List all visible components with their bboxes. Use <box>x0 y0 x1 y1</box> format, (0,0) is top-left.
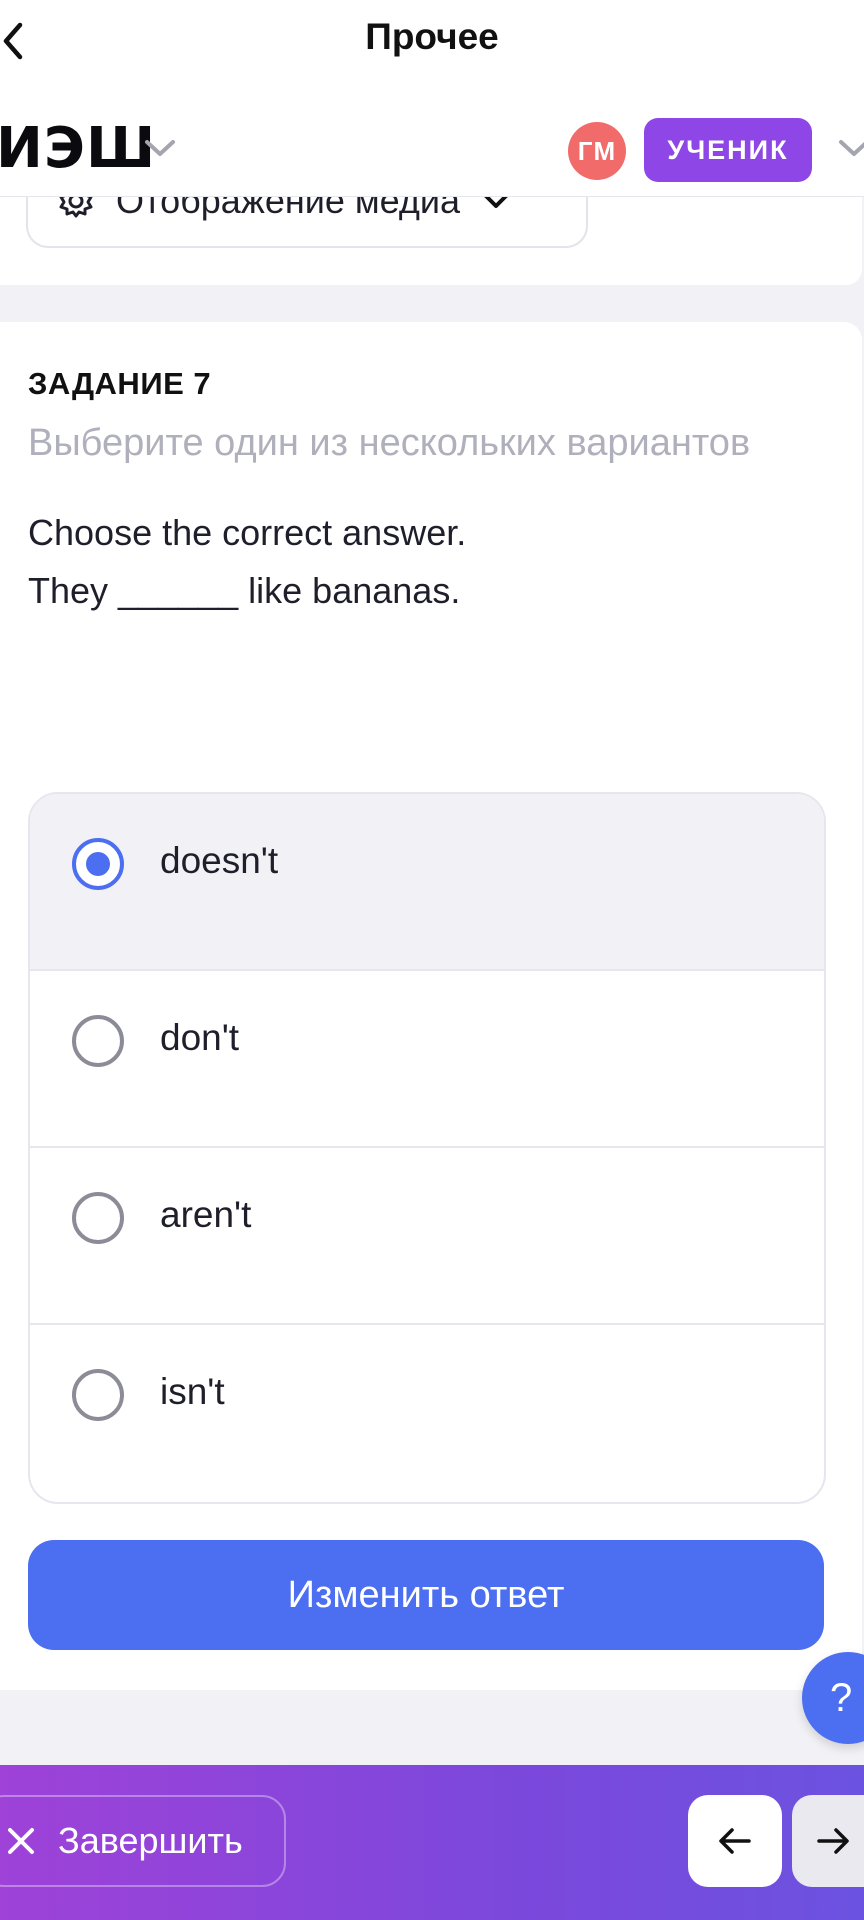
top-nav: Прочее <box>0 0 864 90</box>
app-header: ИЭШ ГМ УЧЕНИК <box>0 90 864 197</box>
chevron-down-icon[interactable] <box>142 134 178 162</box>
brand-logo[interactable]: ИЭШ <box>0 116 156 181</box>
change-answer-button[interactable]: Изменить ответ <box>28 1540 824 1650</box>
answer-options: doesn't don't aren't isn't <box>28 792 826 1504</box>
arrow-right-icon <box>817 1828 849 1854</box>
option-label: don't <box>160 1017 240 1058</box>
next-task-button[interactable] <box>792 1795 864 1887</box>
role-badge[interactable]: УЧЕНИК <box>644 118 812 182</box>
option-isnt[interactable]: isn't <box>30 1325 824 1502</box>
arrow-left-icon <box>719 1828 751 1854</box>
nav-title: Прочее <box>365 16 499 57</box>
option-label: isn't <box>160 1371 225 1412</box>
task-number: ЗАДАНИЕ 7 <box>28 366 212 401</box>
task-hint: Выберите один из нескольких вариантов <box>28 422 751 464</box>
finish-label: Завершить <box>58 1820 243 1861</box>
previous-task-button[interactable] <box>688 1795 782 1887</box>
close-icon <box>8 1828 34 1854</box>
radio-selected[interactable] <box>72 838 124 890</box>
option-label: aren't <box>160 1194 252 1235</box>
radio-unselected[interactable] <box>72 1015 124 1067</box>
avatar[interactable]: ГМ <box>568 122 626 180</box>
chevron-down-icon[interactable] <box>836 134 864 162</box>
option-arent[interactable]: aren't <box>30 1148 824 1325</box>
option-doesnt[interactable]: doesn't <box>30 794 824 971</box>
option-dont[interactable]: don't <box>30 971 824 1148</box>
finish-button[interactable]: Завершить <box>0 1795 286 1887</box>
task-question-line-2: They ______ like bananas. <box>28 570 461 611</box>
task-question-line-1: Choose the correct answer. <box>28 512 467 553</box>
bottom-bar: Завершить <box>0 1765 864 1920</box>
option-label: doesn't <box>160 840 279 881</box>
radio-unselected[interactable] <box>72 1369 124 1421</box>
radio-unselected[interactable] <box>72 1192 124 1244</box>
